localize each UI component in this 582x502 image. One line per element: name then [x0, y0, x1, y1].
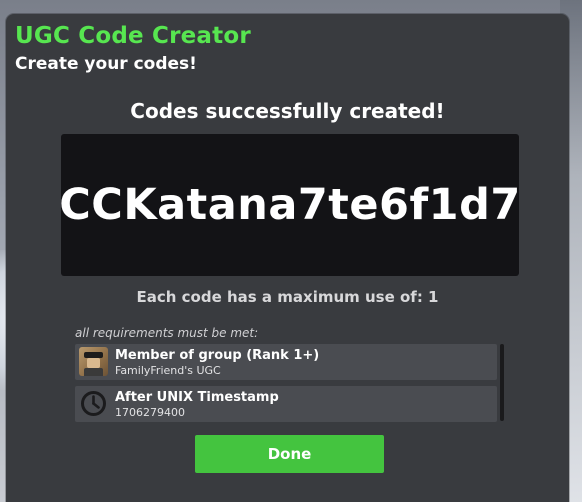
requirement-title: Member of group (Rank 1+)	[115, 348, 320, 363]
requirements-list[interactable]: Member of group (Rank 1+) FamilyFriend's…	[75, 344, 505, 426]
code-creator-dialog: UGC Code Creator Create your codes! Code…	[6, 14, 569, 502]
requirement-detail: FamilyFriend's UGC	[115, 364, 221, 377]
code-display: CCKatana7te6f1d7	[59, 134, 521, 276]
dialog-title: UGC Code Creator	[15, 23, 251, 49]
requirement-title: After UNIX Timestamp	[115, 390, 279, 405]
done-button[interactable]: Done	[195, 435, 384, 473]
requirement-detail: 1706279400	[115, 406, 185, 419]
group-avatar-icon	[79, 347, 108, 376]
success-message: Codes successfully created!	[130, 99, 445, 123]
requirement-item-timestamp: After UNIX Timestamp 1706279400	[75, 386, 497, 422]
dialog-subtitle: Create your codes!	[15, 54, 197, 74]
max-use-text: Each code has a maximum use of: 1	[136, 288, 439, 306]
requirements-scrollbar[interactable]	[500, 344, 504, 421]
requirements-caption: all requirements must be met:	[75, 326, 259, 340]
requirement-item-group: Member of group (Rank 1+) FamilyFriend's…	[75, 344, 497, 380]
clock-icon	[79, 389, 108, 418]
generated-code[interactable]: CCKatana7te6f1d7	[59, 180, 521, 230]
